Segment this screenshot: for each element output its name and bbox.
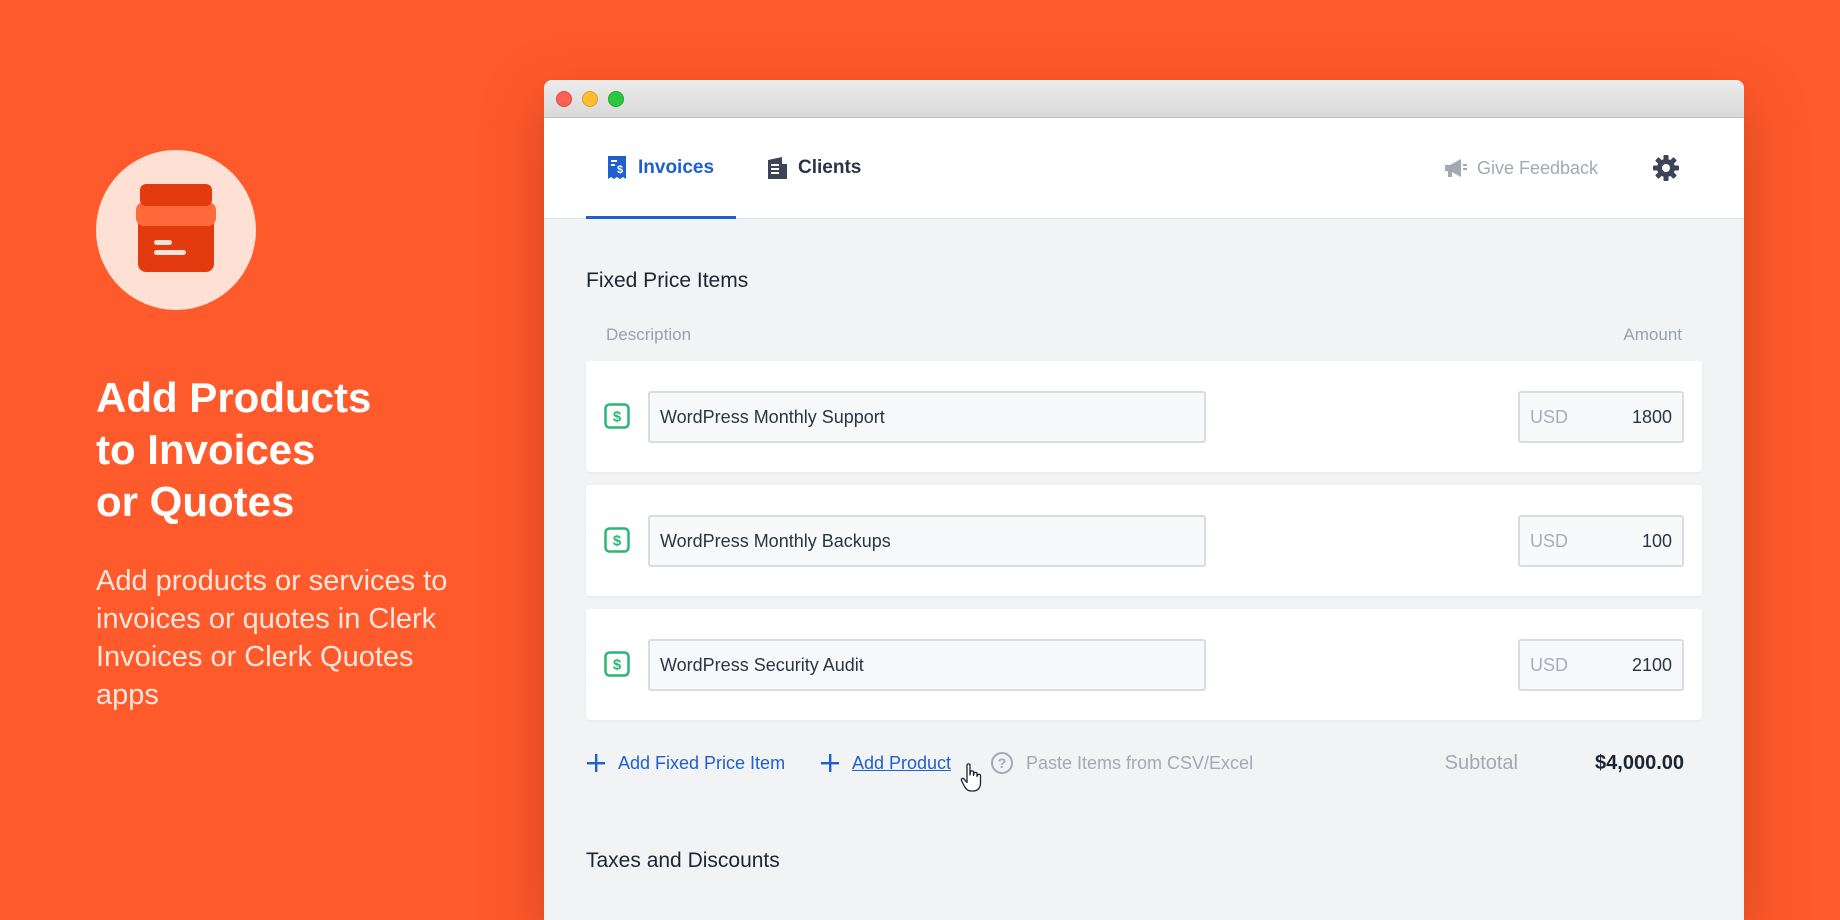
line-item-row: $ WordPress Security Audit USD 2100: [586, 609, 1702, 720]
window-titlebar: [544, 80, 1744, 118]
paste-items-link[interactable]: ? Paste Items from CSV/Excel: [990, 745, 1253, 781]
amount-value: 1800: [1631, 406, 1672, 427]
item-amount-input[interactable]: USD 1800: [1518, 391, 1684, 443]
tab-invoices[interactable]: $ Invoices: [606, 118, 714, 218]
close-window-button[interactable]: [556, 91, 572, 107]
tab-clients-label: Clients: [798, 157, 862, 178]
archive-box-icon: [136, 184, 216, 272]
description-column-header: Description: [606, 325, 692, 344]
add-product-label: Add Product: [852, 752, 952, 773]
give-feedback-label: Give Feedback: [1476, 157, 1598, 178]
svg-text:$: $: [613, 533, 622, 550]
hero-icon-badge: [96, 150, 256, 310]
item-description-value: WordPress Security Audit: [660, 654, 864, 675]
add-fixed-price-item-button[interactable]: Add Fixed Price Item: [586, 745, 785, 781]
svg-text:$: $: [617, 164, 623, 176]
item-description-value: WordPress Monthly Backups: [660, 530, 891, 551]
hero-title: Add Products to Invoices or Quotes: [96, 374, 372, 525]
hero-subtitle: Add products or services to invoices or …: [96, 565, 448, 711]
plus-icon: [587, 754, 605, 772]
gear-icon[interactable]: [1652, 154, 1680, 182]
dollar-icon: $: [604, 403, 630, 429]
tab-clients[interactable]: Clients: [766, 118, 861, 218]
amount-value: 100: [1641, 530, 1672, 551]
zoom-window-button[interactable]: [608, 91, 624, 107]
hand-cursor-icon: [960, 763, 982, 792]
minimize-window-button[interactable]: [582, 91, 598, 107]
currency-label: USD: [1530, 406, 1569, 427]
item-description-input[interactable]: WordPress Security Audit: [648, 639, 1206, 691]
item-description-input[interactable]: WordPress Monthly Support: [648, 391, 1206, 443]
item-amount-input[interactable]: USD 2100: [1518, 639, 1684, 691]
paste-items-label: Paste Items from CSV/Excel: [1026, 752, 1254, 773]
active-tab-indicator: [586, 216, 736, 219]
add-product-button[interactable]: Add Product: [820, 745, 951, 781]
fixed-items-title: Fixed Price Items: [586, 269, 749, 292]
give-feedback-link[interactable]: Give Feedback: [1443, 118, 1598, 218]
tab-invoices-label: Invoices: [638, 157, 715, 178]
currency-label: USD: [1530, 530, 1569, 551]
item-amount-input[interactable]: USD 100: [1518, 515, 1684, 567]
line-item-row: $ WordPress Monthly Support USD 1800: [586, 361, 1702, 472]
dollar-icon: $: [604, 527, 630, 553]
svg-text:$: $: [613, 409, 622, 426]
currency-label: USD: [1530, 654, 1569, 675]
item-description-input[interactable]: WordPress Monthly Backups: [648, 515, 1206, 567]
invoice-icon: $: [608, 156, 626, 179]
amount-column-header: Amount: [1623, 325, 1682, 344]
svg-text:$: $: [613, 657, 622, 674]
top-navbar: $ Invoices Clients Give Feedback: [544, 118, 1744, 219]
taxes-discounts-title: Taxes and Discounts: [586, 849, 780, 872]
line-item-row: $ WordPress Monthly Backups USD 100: [586, 485, 1702, 596]
amount-value: 2100: [1631, 654, 1672, 675]
svg-text:?: ?: [998, 755, 1007, 771]
item-description-value: WordPress Monthly Support: [660, 406, 885, 427]
subtotal-value: $4,000.00: [1595, 752, 1684, 774]
app-window: $ Invoices Clients Give Feedback Fixed P…: [544, 80, 1744, 920]
add-fixed-price-item-label: Add Fixed Price Item: [618, 752, 786, 773]
subtotal-label: Subtotal: [1444, 752, 1518, 774]
plus-icon: [821, 754, 839, 772]
megaphone-icon: [1444, 159, 1467, 177]
help-circle-icon: ?: [991, 752, 1013, 774]
item-actions-bar: Add Fixed Price Item Add Product ? Paste…: [586, 745, 1702, 792]
building-icon: [768, 157, 787, 179]
dollar-icon: $: [604, 651, 630, 677]
